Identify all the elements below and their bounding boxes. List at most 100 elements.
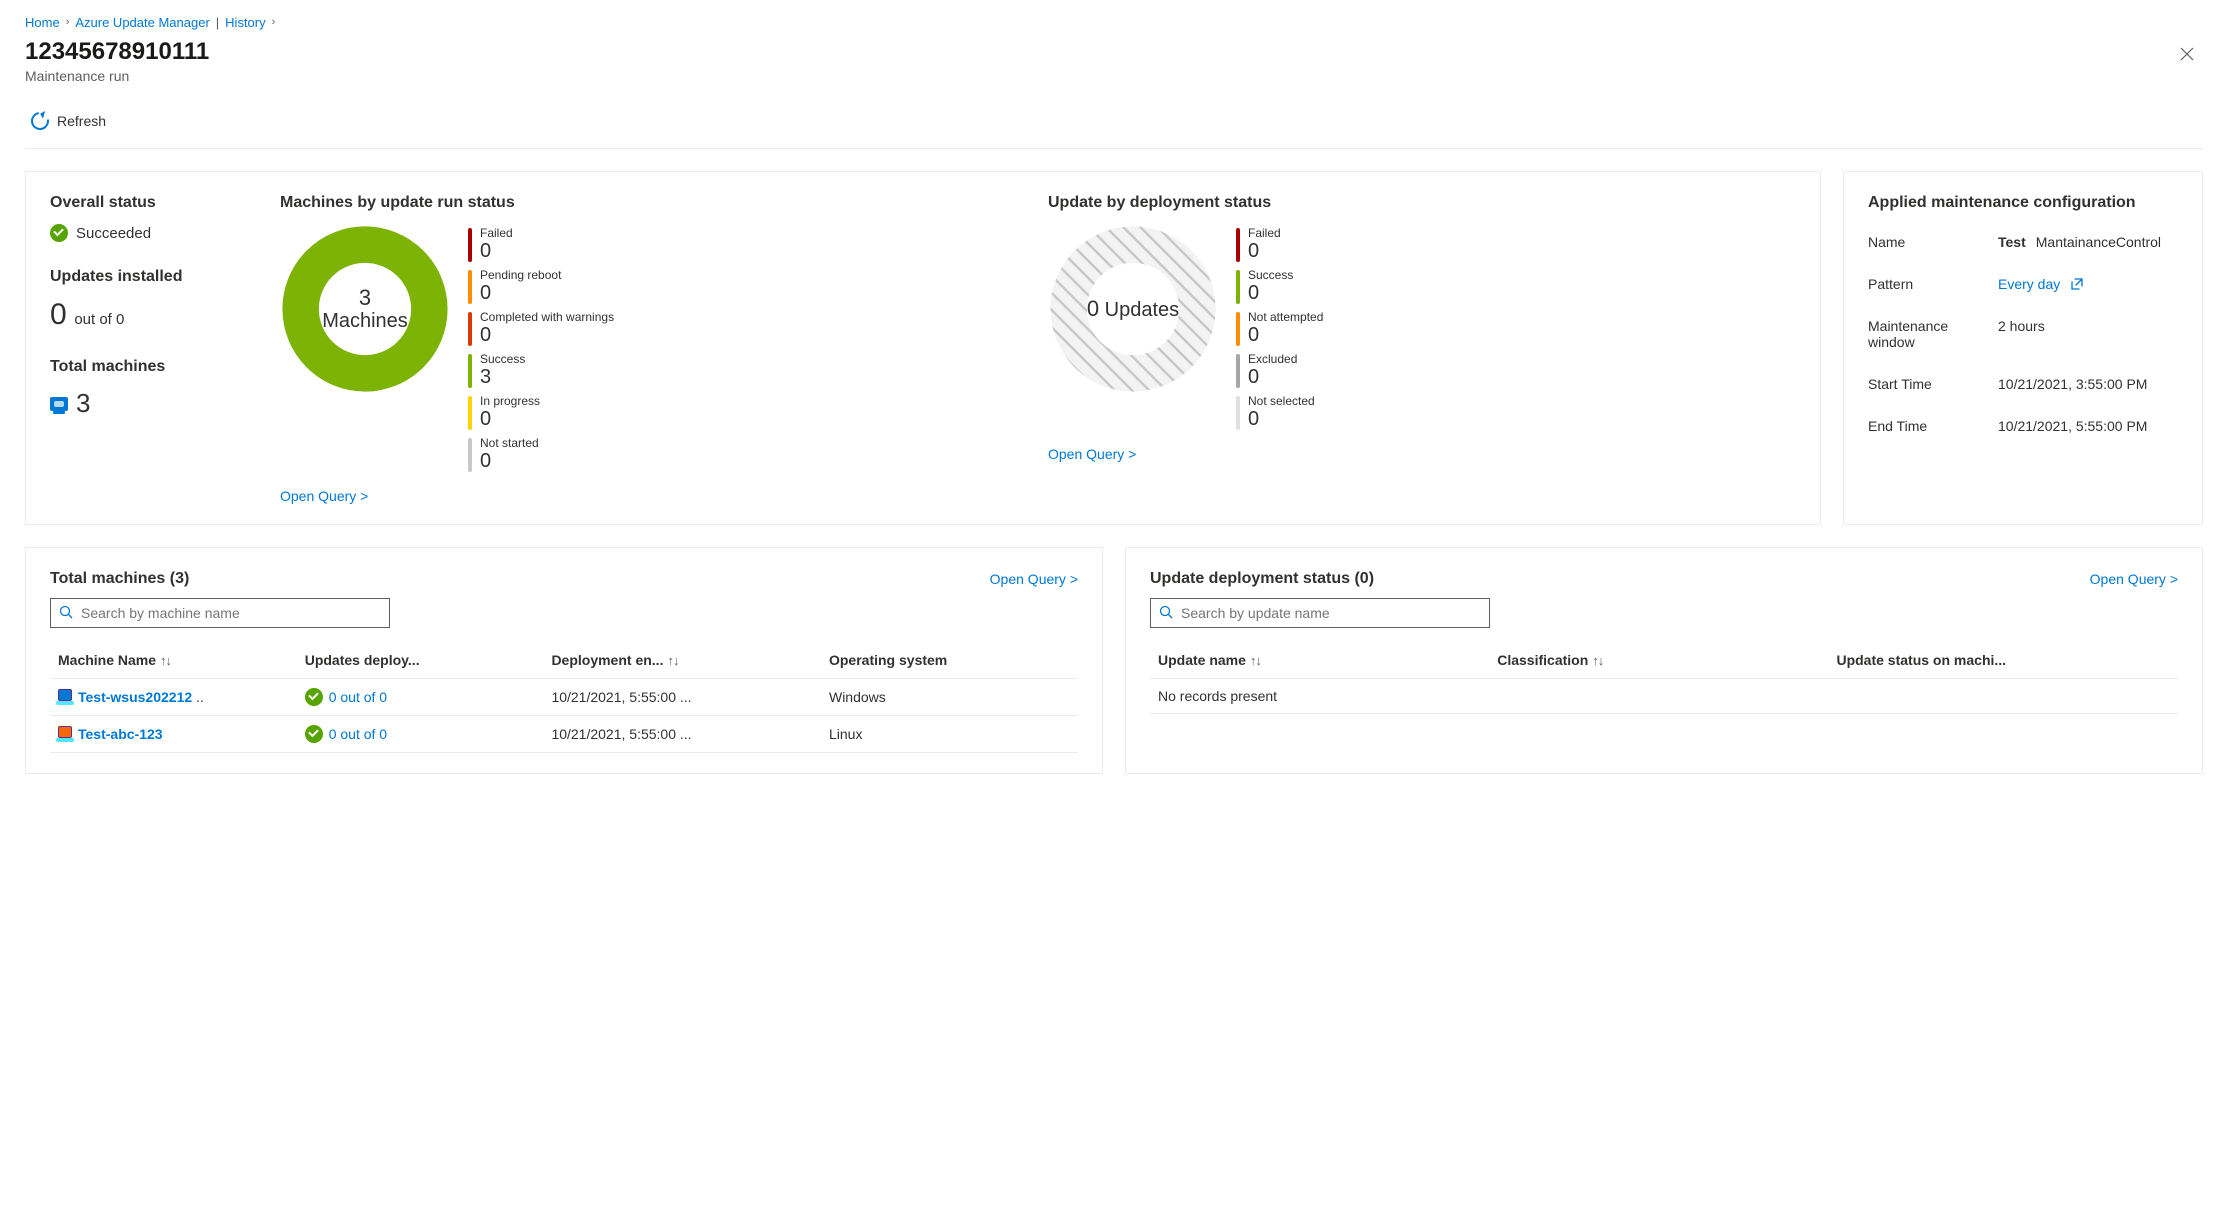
legend-color-bar	[1236, 228, 1240, 262]
legend-color-bar	[468, 270, 472, 304]
success-icon	[305, 688, 323, 706]
close-icon	[2180, 47, 2194, 61]
updates-legend: Failed0Success0Not attempted0Excluded0No…	[1236, 224, 1323, 432]
legend-color-bar	[1236, 354, 1240, 388]
table-empty-row: No records present	[1150, 679, 2178, 714]
sort-icon: ↑↓	[1592, 653, 1603, 668]
search-icon	[59, 605, 73, 622]
success-icon	[50, 224, 68, 242]
total-machines-num: 3	[76, 388, 90, 419]
updates-donut: 0 Updates	[1048, 224, 1218, 394]
deployment-end-cell: 10/21/2021, 5:55:00 ...	[543, 716, 821, 753]
updates-deployed-cell: 0 out of 0	[305, 725, 536, 743]
legend-value: 0	[1248, 324, 1323, 346]
updates-col-status[interactable]: Update status on machi...	[1828, 642, 2178, 679]
machine-icon	[58, 689, 72, 705]
config-window-label: Maintenance window	[1868, 318, 1998, 350]
updates-search[interactable]	[1150, 598, 1490, 628]
legend-label: Excluded	[1248, 352, 1297, 366]
legend-value: 0	[1248, 282, 1293, 304]
legend-item: Failed0	[468, 226, 614, 264]
legend-label: Success	[1248, 268, 1293, 282]
machine-name-link[interactable]: Test-wsus202212	[78, 689, 192, 705]
updates-deployed-link[interactable]: 0 out of 0	[329, 689, 387, 705]
legend-label: Failed	[1248, 226, 1281, 240]
updates-deployed-cell: 0 out of 0	[305, 688, 536, 706]
total-machines-title: Total machines	[50, 358, 260, 376]
legend-value: 0	[480, 450, 539, 472]
machines-open-query[interactable]: Open Query >	[280, 488, 1028, 504]
table-row[interactable]: Test-wsus202212 ..0 out of 010/21/2021, …	[50, 679, 1078, 716]
updates-table-card: Update deployment status (0) Open Query …	[1125, 547, 2203, 774]
breadcrumb-pipe: |	[216, 15, 219, 30]
legend-label: In progress	[480, 394, 540, 408]
breadcrumb: Home › Azure Update Manager | History ›	[25, 10, 2203, 34]
machines-table-title: Total machines (3)	[50, 570, 189, 588]
machines-col-name[interactable]: Machine Name↑↓	[50, 642, 297, 679]
sort-icon: ↑↓	[160, 653, 171, 668]
chevron-right-icon: ›	[66, 16, 70, 28]
machines-col-end[interactable]: Deployment en...↑↓	[543, 642, 821, 679]
legend-value: 0	[480, 324, 614, 346]
deployment-end-cell: 10/21/2021, 5:55:00 ...	[543, 679, 821, 716]
config-end-value: 10/21/2021, 5:55:00 PM	[1998, 418, 2178, 434]
os-cell: Linux	[821, 716, 1078, 753]
legend-label: Success	[480, 352, 525, 366]
refresh-label: Refresh	[57, 113, 106, 129]
config-window-value: 2 hours	[1998, 318, 2178, 350]
legend-value: 3	[480, 366, 525, 388]
os-cell: Windows	[821, 679, 1078, 716]
legend-item: Failed0	[1236, 226, 1323, 264]
legend-label: Pending reboot	[480, 268, 561, 282]
legend-color-bar	[468, 396, 472, 430]
machines-donut: 3 Machines	[280, 224, 450, 394]
legend-color-bar	[1236, 270, 1240, 304]
legend-value: 0	[480, 408, 540, 430]
machines-table-card: Total machines (3) Open Query > Machine …	[25, 547, 1103, 774]
updates-table-open-query[interactable]: Open Query >	[2090, 571, 2178, 587]
legend-item: Excluded0	[1236, 352, 1323, 390]
overall-status-value: Succeeded	[76, 225, 151, 242]
legend-item: Pending reboot0	[468, 268, 614, 306]
updates-col-name[interactable]: Update name↑↓	[1150, 642, 1489, 679]
machines-search[interactable]	[50, 598, 390, 628]
machines-table-open-query[interactable]: Open Query >	[990, 571, 1078, 587]
breadcrumb-history[interactable]: History	[225, 15, 265, 30]
updates-deployed-link[interactable]: 0 out of 0	[329, 726, 387, 742]
refresh-button[interactable]: Refresh	[25, 108, 112, 134]
updates-installed-num: 0	[50, 298, 67, 332]
close-button[interactable]	[2171, 38, 2203, 70]
machine-icon	[58, 726, 72, 742]
legend-value: 0	[1248, 408, 1315, 430]
config-card: Applied maintenance configuration Name T…	[1843, 171, 2203, 525]
legend-item: Not attempted0	[1236, 310, 1323, 348]
config-start-label: Start Time	[1868, 376, 1998, 392]
refresh-icon	[27, 108, 52, 133]
config-end-label: End Time	[1868, 418, 1998, 434]
machines-table: Machine Name↑↓ Updates deploy... Deploym…	[50, 642, 1078, 753]
updates-col-class[interactable]: Classification↑↓	[1489, 642, 1828, 679]
legend-value: 0	[480, 282, 561, 304]
legend-item: Completed with warnings0	[468, 310, 614, 348]
updates-open-query[interactable]: Open Query >	[1048, 446, 1796, 462]
legend-label: Completed with warnings	[480, 310, 614, 324]
overall-status-title: Overall status	[50, 194, 260, 212]
machines-legend: Failed0Pending reboot0Completed with war…	[468, 224, 614, 474]
config-pattern-link[interactable]: Every day	[1998, 276, 2060, 292]
machine-name-link[interactable]: Test-abc-123	[78, 726, 163, 742]
table-row[interactable]: Test-abc-123 0 out of 0 10/21/2021, 5:55:0…	[50, 716, 1078, 753]
machines-donut-text: Machines	[322, 310, 408, 333]
machines-search-input[interactable]	[81, 605, 381, 621]
updates-donut-text: Updates	[1105, 299, 1180, 321]
breadcrumb-home[interactable]: Home	[25, 15, 60, 30]
breadcrumb-manager[interactable]: Azure Update Manager	[75, 15, 209, 30]
config-title: Applied maintenance configuration	[1868, 194, 2178, 212]
updates-search-input[interactable]	[1181, 605, 1481, 621]
updates-table-title: Update deployment status (0)	[1150, 570, 1374, 588]
page-title: 12345678910111	[25, 38, 209, 66]
machines-col-deployed[interactable]: Updates deploy...	[297, 642, 544, 679]
machines-col-os[interactable]: Operating system	[821, 642, 1078, 679]
legend-item: In progress0	[468, 394, 614, 432]
legend-color-bar	[468, 438, 472, 472]
legend-label: Not started	[480, 436, 539, 450]
